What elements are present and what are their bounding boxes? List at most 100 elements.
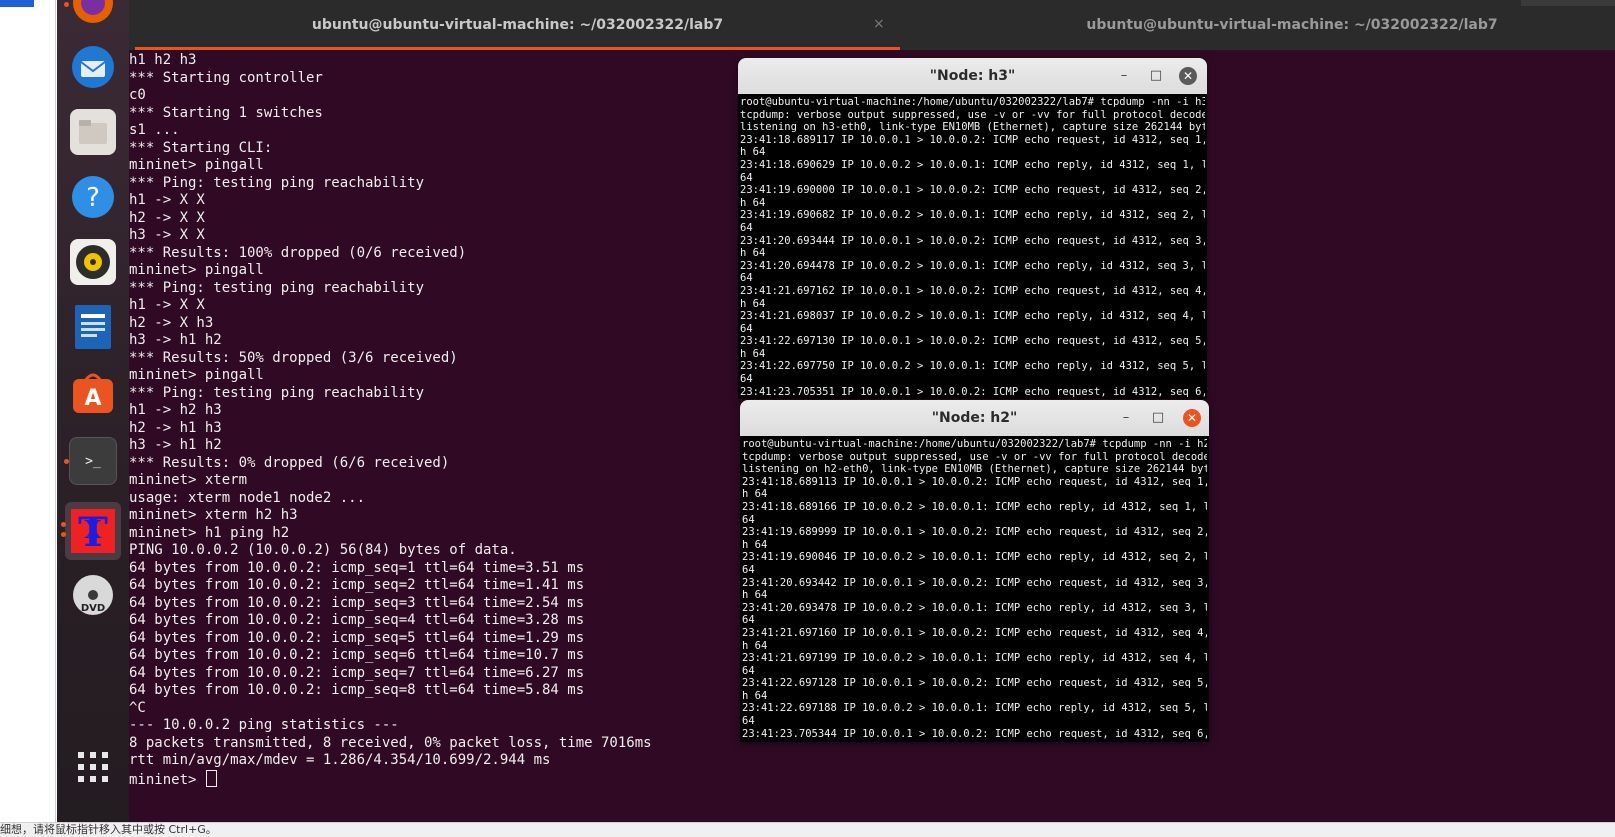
close-icon[interactable]: ✕ [1179,67,1197,85]
xterm-node-h2-window[interactable]: "Node: h2" – □ ✕ root@ubuntu-virtual-mac… [740,400,1209,742]
tab-lab7-active[interactable]: ubuntu@ubuntu-virtual-machine: ~/0320023… [135,0,900,50]
xterm-line: 23:41:20.693444 IP 10.0.0.1 > 10.0.0.2: … [740,234,1205,247]
terminal-line: mininet> xterm h2 h3 [129,507,298,523]
dock-dvd[interactable]: DVD [68,570,118,620]
xterm-title: "Node: h3" [929,68,1016,84]
xterm-line: 23:41:21.698037 IP 10.0.0.2 > 10.0.0.1: … [740,310,1205,323]
terminal-line: h3 -> h1 h2 [129,437,222,453]
svg-text:?: ? [86,183,100,213]
thunderbird-icon [70,44,116,90]
files-icon [70,109,116,155]
xterm-line: listening on h3-eth0, link-type EN10MB (… [740,121,1205,134]
xterm-line: 23:41:22.697750 IP 10.0.0.2 > 10.0.0.1: … [740,360,1205,373]
xterm-line: 23:41:22.697128 IP 10.0.0.1 > 10.0.0.2: … [742,677,1207,690]
terminal-line: *** Starting CLI: [129,139,273,156]
xterm-title-bar[interactable]: "Node: h2" [740,400,1209,436]
xterm-line: 64 [742,563,755,576]
dock-terminal[interactable]: >_ [64,436,118,486]
dock-writer[interactable] [68,302,118,352]
dock-thunderbird[interactable] [68,42,118,92]
xterm-line: 23:41:21.697162 IP 10.0.0.1 > 10.0.0.2: … [740,284,1205,297]
terminal-line: mininet> pingall [129,367,264,383]
terminal-line: 64 bytes from 10.0.0.2: icmp_seq=3 ttl=6… [129,594,585,611]
maximize-icon[interactable]: □ [1149,409,1167,427]
svg-text:DVD: DVD [81,603,105,614]
xterm-line: root@ubuntu-virtual-machine:/home/ubuntu… [740,96,1205,108]
firefox-icon [70,0,116,26]
dock-files[interactable] [68,107,118,157]
rhythmbox-icon [70,239,116,285]
xterm-line: 23:41:18.689117 IP 10.0.0.1 > 10.0.0.2: … [740,133,1205,146]
show-apps-icon [70,744,116,790]
terminal-line: 64 bytes from 10.0.0.2: icmp_seq=7 ttl=6… [129,664,585,681]
terminal-line: h1 -> X X [129,297,205,313]
terminal-line: 64 bytes from 10.0.0.2: icmp_seq=2 ttl=6… [129,577,585,593]
xterm-line: 23:41:19.689999 IP 10.0.0.1 > 10.0.0.2: … [742,526,1207,539]
host-status-bar: 细想，请将鼠标指针移入其中或按 Ctrl+G。 [0,822,1615,837]
xterm-line: h 64 [742,589,768,602]
terminal-line: mininet> pingall [129,262,264,278]
xterm-node-h3-window[interactable]: "Node: h3" – □ ✕ root@ubuntu-virtual-mac… [738,58,1207,399]
help-icon: ? [70,174,116,220]
terminal-line: *** Ping: testing ping reachability [129,174,425,191]
host-selection-marker [0,0,34,7]
terminal-line: h3 -> h1 h2 [129,332,222,348]
terminal-line: 64 bytes from 10.0.0.2: icmp_seq=5 ttl=6… [129,629,585,646]
xterm-line: 64 [740,373,753,386]
tab-lab7-second[interactable]: ubuntu@ubuntu-virtual-machine: ~/0320023… [907,0,1615,50]
close-icon[interactable]: ✕ [1183,409,1201,427]
running-indicator [61,522,66,527]
xterm-line: 64 [742,715,755,728]
terminal-line: *** Starting 1 switches [129,104,323,121]
terminal-line: h1 -> h2 h3 [129,402,222,418]
xterm-line: h 64 [742,538,768,551]
xterm-line: 23:41:20.693442 IP 10.0.0.1 > 10.0.0.2: … [742,576,1207,589]
terminal-line: h2 -> X X [129,209,205,226]
xterm-title-bar[interactable]: "Node: h3" [738,58,1207,94]
xterm-line: 23:41:18.689113 IP 10.0.0.1 > 10.0.0.2: … [742,475,1207,488]
xterm-icon: TX [70,508,116,554]
terminal-tab-bar: ubuntu@ubuntu-virtual-machine: ~/0320023… [129,0,1615,50]
libreoffice-writer-icon [70,304,116,350]
xterm-line: 23:41:19.690000 IP 10.0.0.1 > 10.0.0.2: … [740,184,1205,197]
dock-firefox[interactable] [64,0,118,28]
dock-help[interactable]: ? [68,172,118,222]
terminal-line: c0 [129,87,146,103]
terminal-line: h3 -> X X [129,227,205,243]
dock-rhythmbox[interactable] [68,237,118,287]
terminal-line: *** Results: 50% dropped (3/6 received) [129,349,458,366]
terminal-line: *** Starting controller [129,69,323,86]
xterm-line: 23:41:19.690046 IP 10.0.0.2 > 10.0.0.1: … [742,551,1207,564]
terminal-icon: >_ [69,437,117,485]
dock-app-center[interactable]: A [68,368,118,418]
xterm-line: 64 [742,614,755,627]
xterm-line: 64 [742,513,755,526]
xterm-line: 64 [740,322,753,335]
xterm-line: h 64 [742,639,768,652]
xterm-line: h 64 [740,247,766,260]
xterm-line: 23:41:20.693478 IP 10.0.0.2 > 10.0.0.1: … [742,601,1207,614]
status-text: 细想，请将鼠标指针移入其中或按 Ctrl+G。 [0,823,217,836]
xterm-line: h 64 [742,689,768,702]
minimize-icon[interactable]: – [1117,409,1135,427]
xterm-line: 64 [740,272,753,285]
terminal-prompt: mininet> [129,771,205,788]
maximize-icon[interactable]: □ [1147,67,1165,85]
text-cursor [205,769,217,787]
terminal-line: h2 -> X h3 [129,314,214,331]
terminal-prompt-line[interactable]: mininet> [129,769,217,790]
window-controls-area [1521,0,1615,6]
minimize-icon[interactable]: – [1115,67,1133,85]
terminal-line: 64 bytes from 10.0.0.2: icmp_seq=4 ttl=6… [129,612,585,628]
terminal-line: s1 ... [129,122,180,138]
xterm-line: tcpdump: verbose output suppressed, use … [740,108,1205,121]
tab-title: ubuntu@ubuntu-virtual-machine: ~/0320023… [1086,17,1498,33]
terminal-line: rtt min/avg/max/mdev = 1.286/4.354/10.69… [129,752,551,768]
xterm-line: 23:41:23.705344 IP 10.0.0.1 > 10.0.0.2: … [742,727,1207,740]
running-indicator [64,2,69,7]
dock-show-apps[interactable] [68,742,118,792]
tab-close-icon[interactable]: × [873,16,885,32]
xterm-line: tcpdump: verbose output suppressed, use … [742,450,1207,463]
running-indicator [61,532,66,537]
dock-xterm[interactable]: TX [61,502,121,560]
